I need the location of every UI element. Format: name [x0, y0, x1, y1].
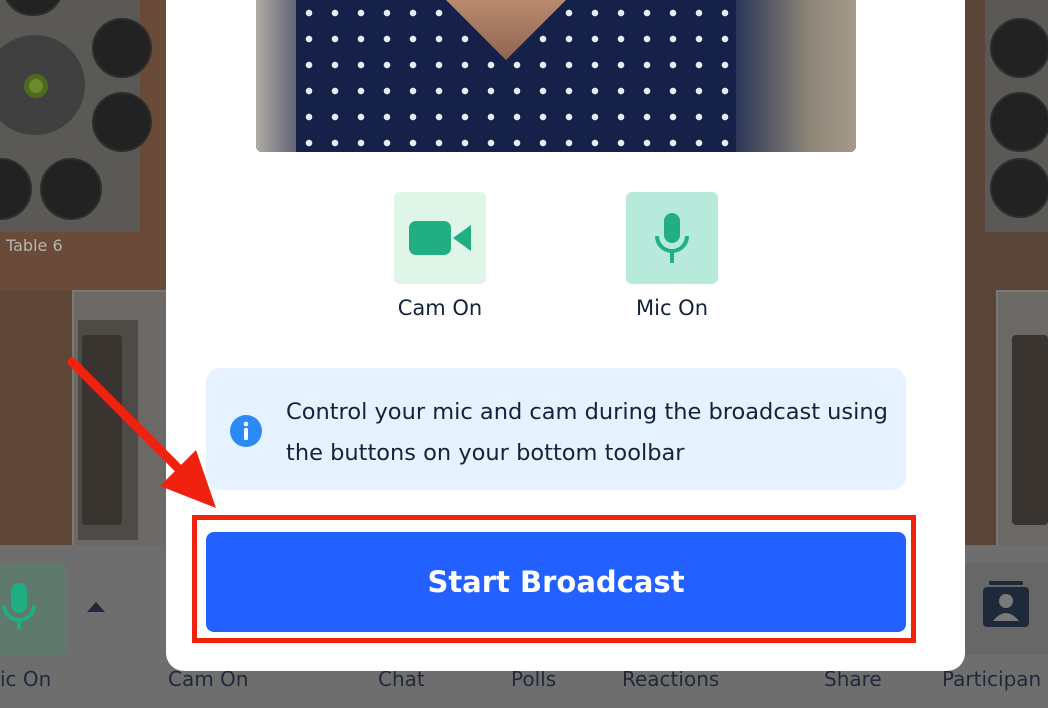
- plant-icon: [22, 72, 50, 100]
- chair[interactable]: [990, 92, 1048, 152]
- start-broadcast-button[interactable]: Start Broadcast: [206, 532, 906, 632]
- chair[interactable]: [92, 18, 152, 78]
- chair[interactable]: [990, 18, 1048, 78]
- toolbar-participants-button[interactable]: [965, 563, 1048, 655]
- camera-preview: [256, 0, 856, 152]
- toolbar-label-mic[interactable]: ic On: [0, 667, 51, 691]
- cam-toggle-button[interactable]: [394, 192, 486, 284]
- cam-label: Cam On: [397, 296, 483, 320]
- mic-options-caret-icon[interactable]: [87, 602, 105, 612]
- info-circle-icon: [230, 415, 262, 447]
- mic-toggle-button[interactable]: [626, 192, 718, 284]
- chair[interactable]: [40, 158, 102, 220]
- toolbar-label-participants[interactable]: Participan: [942, 667, 1041, 691]
- toolbar-mic-button[interactable]: [0, 563, 66, 655]
- chair[interactable]: [92, 92, 152, 152]
- sofa: [1012, 335, 1048, 525]
- mic-label: Mic On: [635, 296, 708, 320]
- table-label: Table 6: [6, 236, 63, 255]
- sofa: [82, 335, 122, 525]
- info-text: Control your mic and cam during the broa…: [286, 399, 888, 466]
- participants-icon: [983, 581, 1029, 627]
- microphone-icon: [2, 583, 36, 629]
- video-camera-icon: [409, 221, 471, 255]
- microphone-icon: [655, 213, 689, 263]
- chair[interactable]: [990, 158, 1048, 218]
- preview-background-right: [736, 0, 856, 152]
